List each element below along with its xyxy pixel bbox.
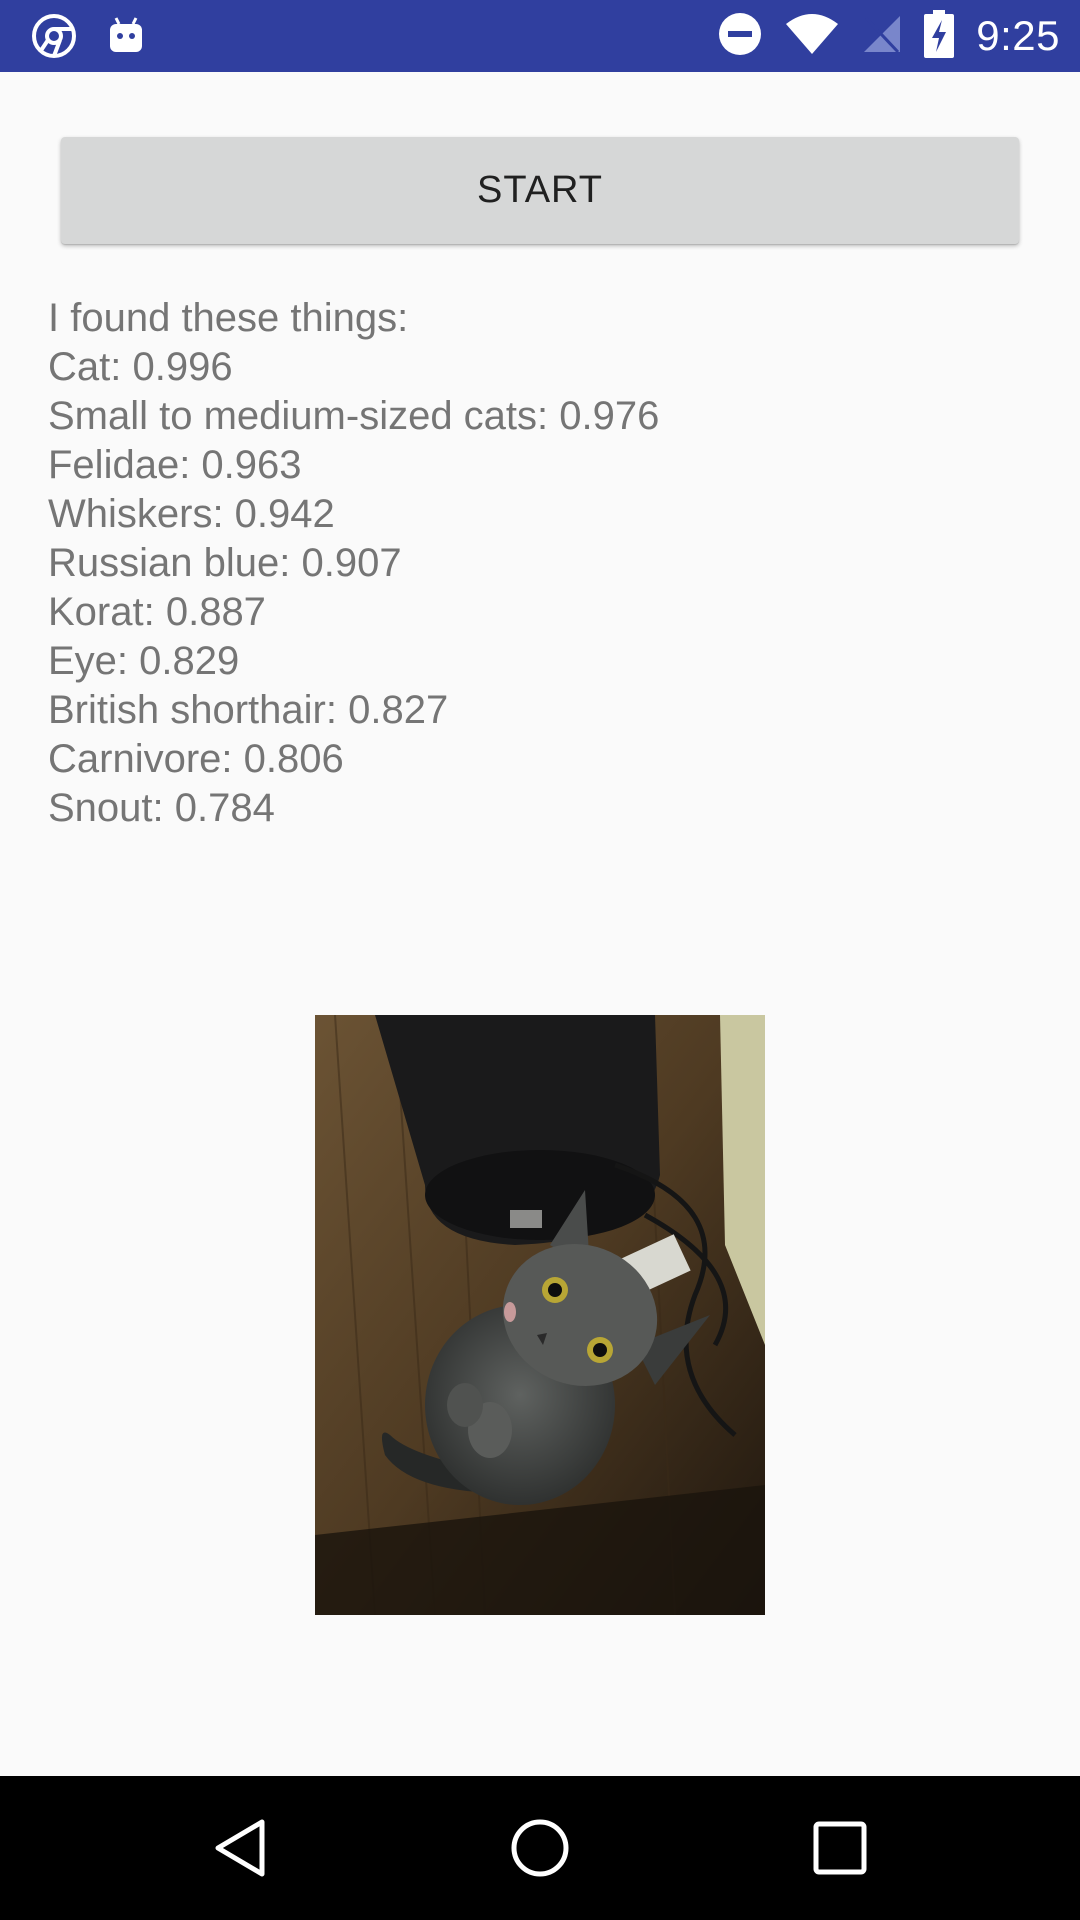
results-text: I found these things: Cat: 0.996 Small t… [48,294,1028,833]
android-icon [104,0,148,72]
result-item: Snout: 0.784 [48,786,275,830]
result-item: Felidae: 0.963 [48,443,302,487]
do-not-disturb-icon [718,12,762,60]
recents-icon[interactable] [770,1776,910,1920]
cat-photo [315,1015,765,1615]
no-signal-icon [862,12,902,60]
result-item: British shorthair: 0.827 [48,688,449,732]
back-icon[interactable] [170,1776,310,1920]
result-item: Whiskers: 0.942 [48,492,335,536]
clock-time: 9:25 [976,12,1060,59]
start-button[interactable]: START [61,137,1019,244]
result-item: Small to medium-sized cats: 0.976 [48,394,660,438]
results-heading: I found these things: [48,296,409,340]
result-item: Korat: 0.887 [48,590,266,634]
result-item: Carnivore: 0.806 [48,737,344,781]
status-bar: 9:25 [0,0,1080,72]
result-item: Eye: 0.829 [48,639,240,683]
chrome-icon [30,0,78,72]
navigation-bar [0,1776,1080,1920]
wifi-icon [784,12,840,60]
result-item: Russian blue: 0.907 [48,541,402,585]
battery-charging-icon [924,10,955,62]
home-icon[interactable] [470,1776,610,1920]
result-item: Cat: 0.996 [48,345,233,389]
